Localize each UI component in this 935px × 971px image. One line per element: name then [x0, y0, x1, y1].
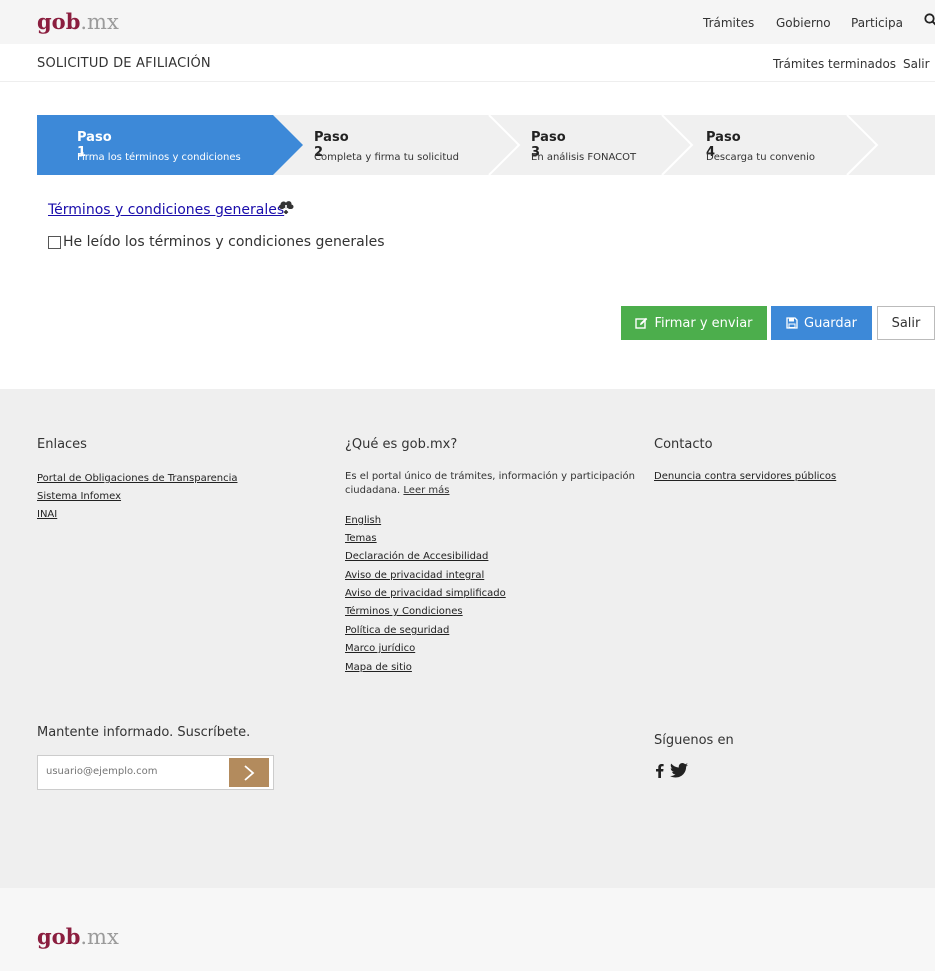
terms-link[interactable]: Términos y condiciones generales — [48, 202, 284, 218]
footer-link-english[interactable]: English — [345, 515, 381, 526]
chevron-right-icon — [244, 764, 255, 781]
save-button[interactable]: Guardar — [771, 306, 872, 340]
footer-link-seguridad[interactable]: Política de seguridad — [345, 625, 449, 636]
facebook-icon[interactable] — [655, 763, 664, 778]
footer-link-terminos[interactable]: Términos y Condiciones — [345, 606, 463, 617]
footer-links-title: Enlaces — [37, 437, 87, 452]
page-title: SOLICITUD DE AFILIACIÓN — [37, 56, 211, 71]
footer-link-transparencia[interactable]: Portal de Obligaciones de Transparencia — [37, 473, 237, 484]
footer-about-text: Es el portal único de trámites, informac… — [345, 471, 635, 496]
exit-button[interactable]: Salir — [877, 306, 935, 340]
social-links — [655, 763, 688, 778]
subscribe-button[interactable] — [229, 758, 269, 787]
step-subtitle: Firma los términos y condiciones — [77, 152, 241, 163]
footer-link-accesibilidad[interactable]: Declaración de Accesibilidad — [345, 551, 488, 562]
nav-participa[interactable]: Participa — [851, 16, 903, 30]
step-subtitle: En análisis FONACOT — [531, 152, 637, 163]
footer-link-denuncia[interactable]: Denuncia contra servidores públicos — [654, 471, 836, 482]
edit-icon — [635, 317, 648, 329]
terms-checkbox[interactable] — [48, 236, 61, 249]
subscribe-email-input[interactable] — [46, 766, 216, 777]
gob-mx-footer-logo[interactable]: gob.mx — [37, 924, 119, 949]
cloud-download-icon[interactable] — [277, 198, 295, 214]
floppy-disk-icon — [786, 317, 798, 329]
footer-link-privacidad-simplificado[interactable]: Aviso de privacidad simplificado — [345, 588, 506, 599]
step-subtitle: Descarga tu convenio — [706, 152, 815, 163]
terms-checkbox-label[interactable]: He leído los términos y condiciones gene… — [63, 234, 385, 250]
twitter-icon[interactable] — [670, 763, 688, 778]
subscribe-title: Mantente informado. Suscríbete. — [37, 725, 251, 740]
footer-link-infomex[interactable]: Sistema Infomex — [37, 491, 121, 502]
nav-tramites[interactable]: Trámites — [703, 16, 754, 30]
step-wizard: Paso 1 Firma los términos y condiciones … — [37, 115, 935, 175]
footer-link-mapa-sitio[interactable]: Mapa de sitio — [345, 662, 412, 673]
nav-gobierno[interactable]: Gobierno — [776, 16, 831, 30]
footer-link-inai[interactable]: INAI — [37, 509, 57, 520]
sign-and-send-button[interactable]: Firmar y enviar — [621, 306, 767, 340]
footer-bottom — [0, 888, 935, 971]
social-title: Síguenos en — [654, 733, 734, 748]
top-navbar: gob.mx Trámites Gobierno Participa — [0, 0, 935, 44]
search-icon[interactable] — [924, 13, 935, 27]
nav-tramites-terminados[interactable]: Trámites terminados — [773, 57, 896, 71]
nav-salir[interactable]: Salir — [903, 57, 930, 71]
footer-link-marco-juridico[interactable]: Marco jurídico — [345, 643, 415, 654]
footer-link-temas[interactable]: Temas — [345, 533, 377, 544]
gob-mx-logo[interactable]: gob.mx — [37, 9, 119, 34]
footer-contact-title: Contacto — [654, 437, 713, 452]
footer-link-privacidad-integral[interactable]: Aviso de privacidad integral — [345, 570, 484, 581]
footer-about-title: ¿Qué es gob.mx? — [345, 437, 458, 452]
step-wizard-background — [37, 115, 879, 175]
step-subtitle: Completa y firma tu solicitud — [314, 152, 459, 163]
read-more-link[interactable]: Leer más — [403, 485, 449, 496]
